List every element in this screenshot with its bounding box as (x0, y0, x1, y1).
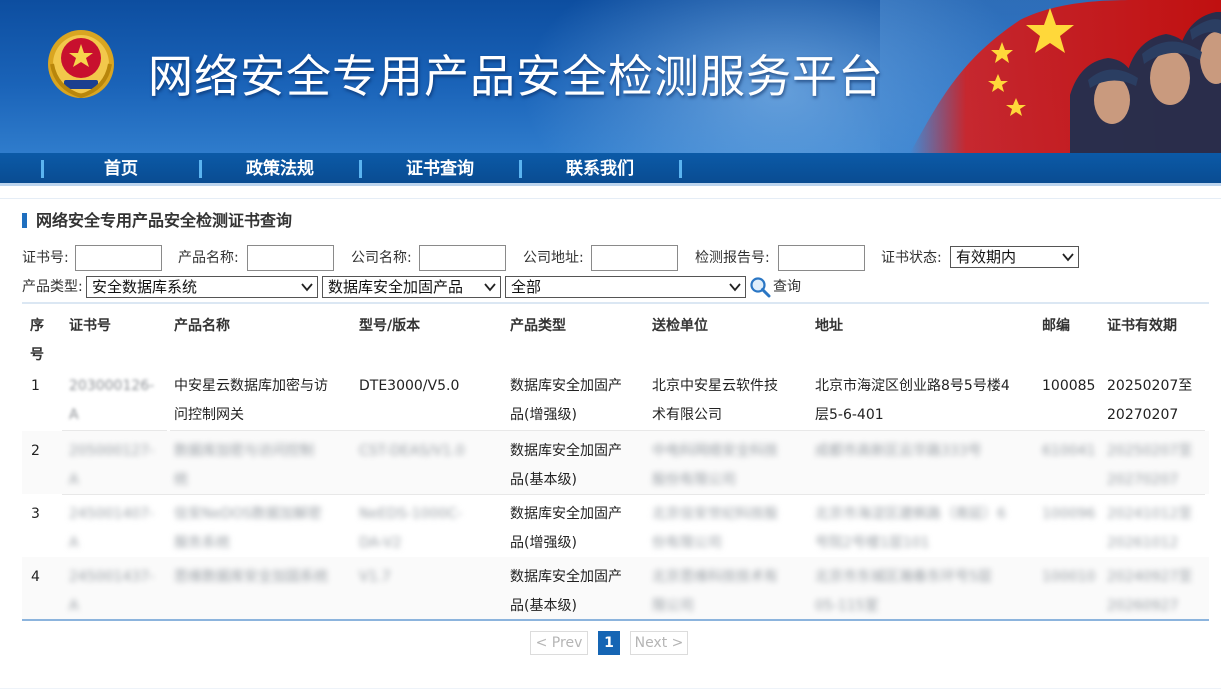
chevron-down-icon (1062, 253, 1074, 262)
table-bottom-border (22, 619, 1209, 621)
cell-cert-no: 205000127- A (69, 443, 155, 488)
cell-validity: 20250207至 20270207 (1107, 378, 1193, 423)
cell-model: V1.7 (359, 569, 391, 585)
report-no-label: 检测报告号: (695, 250, 770, 266)
cell-cert-no: 245001437- A (69, 569, 155, 614)
cell-org: 北京思维科技技术有 限公司 (652, 569, 778, 614)
cell-index: 4 (31, 569, 40, 585)
police-emblem-icon (48, 30, 114, 99)
th-zip: 邮编 (1042, 318, 1070, 334)
cert-table: 序号 证书号 产品名称 型号/版本 产品类型 送检单位 地址 邮编 证书有效期 … (22, 302, 1209, 622)
cell-zip: 610041 (1042, 443, 1096, 459)
cell-model: CST-DEAS/V1.0 (359, 443, 465, 459)
table-row[interactable]: 2 205000127- A 数据库加密与访问控制统 CST-DEAS/V1.0 … (22, 431, 1209, 494)
cell-org: 北京信安世纪科技股 份有限公司 (652, 506, 778, 551)
product-subtype-value: 数据库安全加固产品 (328, 278, 464, 296)
cell-product-name: 数据库加密与访问控制统 (174, 443, 314, 488)
th-product-name: 产品名称 (174, 318, 230, 334)
product-type-label: 产品类型: (22, 279, 83, 295)
product-subtype-select[interactable]: 数据库安全加固产品 (322, 276, 501, 298)
company-address-label: 公司地址: (523, 250, 584, 266)
cell-product-name: 信安NeDOS数据加解密 服务系统 (174, 506, 322, 551)
table-row[interactable]: 4 245001437- A 思维数据库安全加固系统 V1.7 数据库安全加固产品… (22, 557, 1209, 620)
cell-index: 1 (31, 378, 40, 394)
cell-model: NeEDS-1000C- DA-V2 (359, 506, 463, 551)
company-name-label: 公司名称: (351, 250, 412, 266)
nav-item-home[interactable]: 首页 (41, 153, 201, 183)
cell-cert-no: 245001407- A (69, 506, 155, 551)
prev-page-button[interactable]: < Prev (530, 631, 588, 655)
cell-zip: 100085 (1042, 378, 1096, 394)
cell-address: 北京市东城区瀚春东环号5层 05-115室 (815, 569, 992, 614)
product-level-value: 全部 (511, 278, 542, 296)
current-page[interactable]: 1 (598, 631, 620, 655)
th-org: 送检单位 (652, 318, 708, 334)
product-name-input[interactable] (247, 245, 334, 271)
cell-address: 成都市高新区云华路333号 (815, 443, 982, 459)
cell-index: 3 (31, 506, 40, 522)
report-no-input[interactable] (778, 245, 865, 271)
section-divider (0, 198, 1221, 199)
cell-product-name: 思维数据库安全加固系统 (174, 569, 328, 585)
cert-no-label: 证书号: (22, 250, 69, 266)
query-label: 查询 (773, 279, 801, 295)
cell-address: 北京市海淀区创业路8号5号楼4 层5-6-401 (815, 378, 1010, 423)
cell-index: 2 (31, 443, 40, 459)
cell-model: DTE3000/V5.0 (359, 378, 460, 394)
th-model: 型号/版本 (359, 318, 421, 334)
table-header: 序号 证书号 产品名称 型号/版本 产品类型 送检单位 地址 邮编 证书有效期 (22, 304, 1209, 366)
product-name-label: 产品名称: (178, 250, 239, 266)
cell-zip: 100010 (1042, 569, 1096, 585)
cell-validity: 20250207至 20270207 (1107, 443, 1193, 488)
footer-divider (0, 688, 1221, 689)
nav-item-policy[interactable]: 政策法规 (200, 153, 360, 183)
cert-status-value: 有效期内 (956, 248, 1017, 266)
chevron-down-icon (484, 283, 496, 292)
query-button[interactable]: 查询 (749, 276, 801, 298)
table-row[interactable]: 3 245001407- A 信安NeDOS数据加解密 服务系统 NeEDS-100… (22, 494, 1209, 557)
cell-zip: 100096 (1042, 506, 1096, 522)
cell-validity: 20241012至 20261012 (1107, 506, 1193, 551)
th-index: 序号 (30, 318, 44, 363)
section-title: 网络安全专用产品安全检测证书查询 (22, 211, 292, 231)
product-type-value: 安全数据库系统 (92, 278, 198, 296)
company-name-input[interactable] (419, 245, 506, 271)
cell-org: 北京中安星云软件技 术有限公司 (652, 378, 778, 423)
cert-no-input[interactable] (75, 245, 162, 271)
company-address-input[interactable] (591, 245, 678, 271)
product-type-select[interactable]: 安全数据库系统 (86, 276, 318, 298)
th-cert-no: 证书号 (69, 318, 111, 334)
th-product-type: 产品类型 (510, 318, 566, 334)
product-level-select[interactable]: 全部 (505, 276, 746, 298)
main-nav: 首页 政策法规 证书查询 联系我们 (0, 153, 1221, 186)
th-validity: 证书有效期 (1107, 318, 1177, 334)
cell-product-type: 数据库安全加固产 品(增强级) (510, 506, 622, 551)
cert-status-label: 证书状态: (881, 250, 942, 266)
header-banner: 网络安全专用产品安全检测服务平台 (0, 0, 1221, 153)
cell-org: 中电科网络安全科技 股份有限公司 (652, 443, 778, 488)
chevron-down-icon (301, 283, 313, 292)
cell-product-type: 数据库安全加固产 品(增强级) (510, 378, 622, 423)
nav-item-cert-query[interactable]: 证书查询 (360, 153, 520, 183)
cell-address: 北京市海淀区建枫路（南延）6 号院2号楼1层101 (815, 506, 1006, 551)
site-title: 网络安全专用产品安全检测服务平台 (148, 50, 885, 103)
next-page-button[interactable]: Next > (630, 631, 688, 655)
cert-status-select[interactable]: 有效期内 (950, 246, 1079, 268)
flag-and-police-officers-image (880, 0, 1221, 153)
cell-product-type: 数据库安全加固产 品(基本级) (510, 443, 622, 488)
th-address: 地址 (815, 318, 843, 334)
nav-separator (679, 160, 682, 178)
cell-cert-no: 203000126- A (69, 378, 155, 423)
chevron-down-icon (729, 283, 741, 292)
cell-product-type: 数据库安全加固产 品(基本级) (510, 569, 622, 614)
nav-item-contact[interactable]: 联系我们 (520, 153, 680, 183)
cell-validity: 20240927至 20260927 (1107, 569, 1193, 614)
table-row[interactable]: 1 203000126- A 中安星云数据库加密与访 问控制网关 DTE3000/V… (22, 366, 1209, 429)
magnifier-icon (750, 277, 771, 298)
cell-product-name: 中安星云数据库加密与访 问控制网关 (174, 378, 328, 423)
